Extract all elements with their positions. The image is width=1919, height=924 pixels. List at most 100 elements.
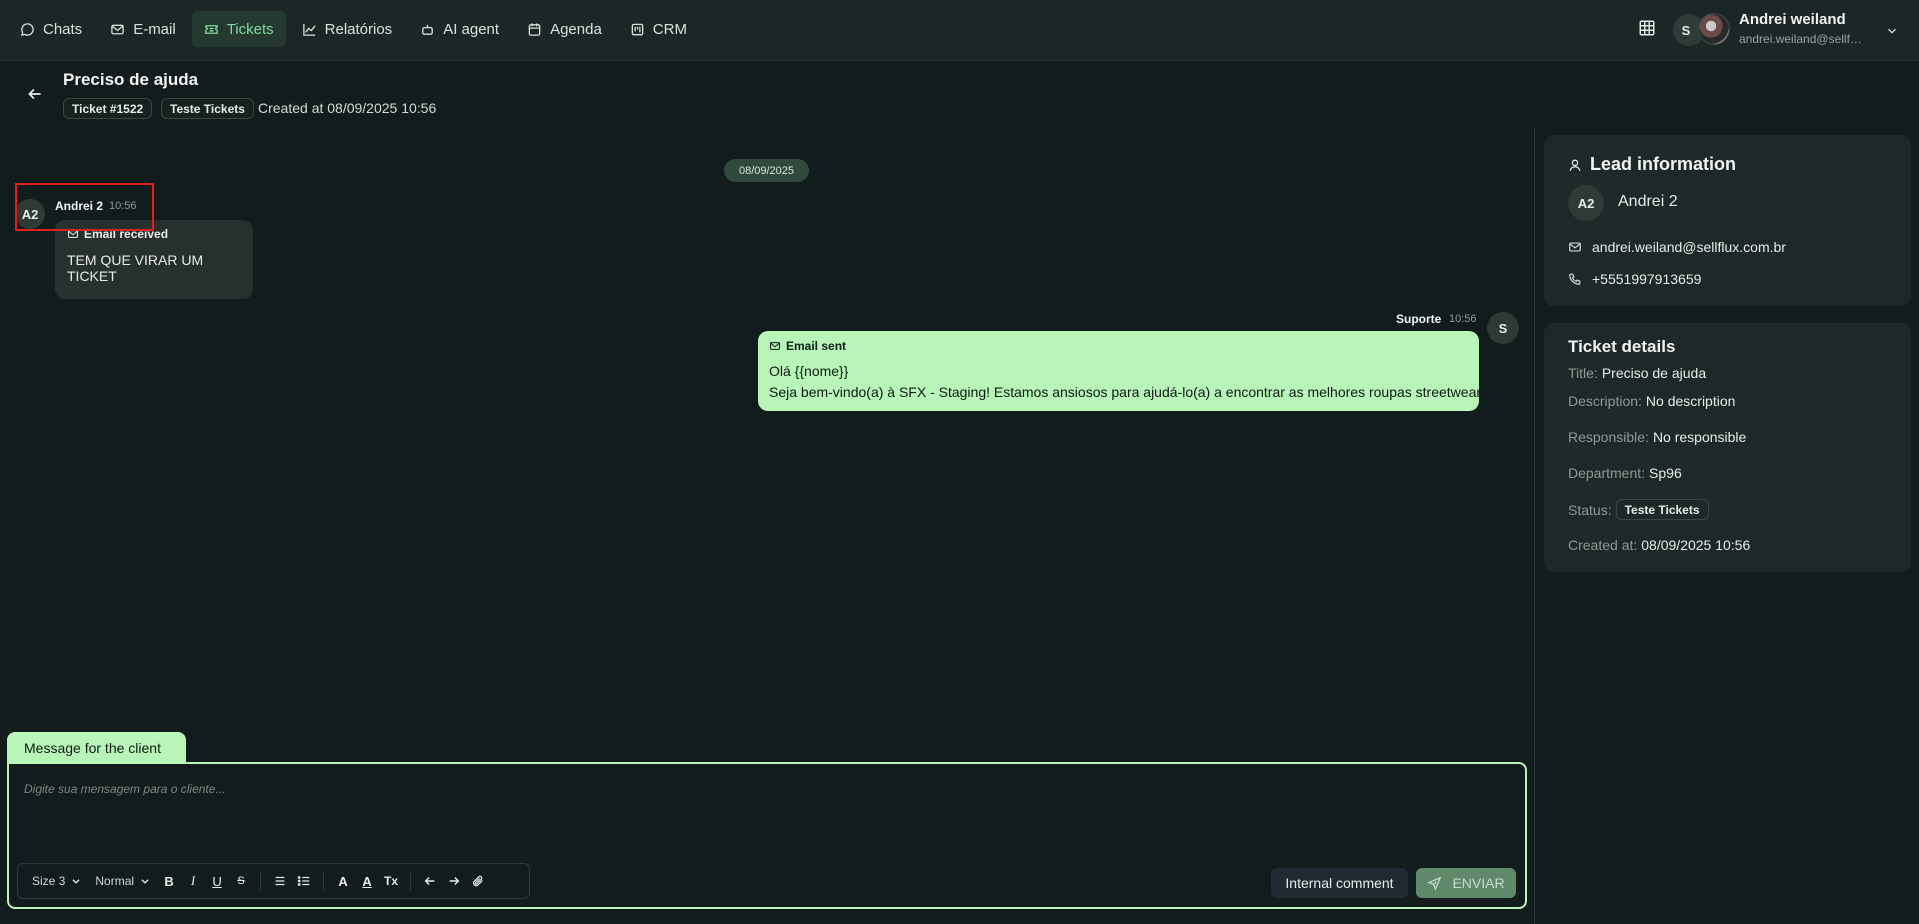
nav-ai-agent[interactable]: AI agent (408, 11, 511, 47)
nav-crm[interactable]: CRM (618, 11, 699, 47)
panel-divider (1534, 127, 1535, 924)
mail-icon (111, 24, 124, 34)
nav-tickets[interactable]: Tickets (191, 11, 286, 47)
chevron-down-icon[interactable] (1885, 24, 1899, 38)
outgoing-sender-name: Suporte (1396, 312, 1442, 326)
ticket-created-at: Created at 08/09/2025 10:56 (258, 100, 437, 116)
tab-message-for-client[interactable]: Message for the client (7, 732, 186, 764)
send-icon (1427, 876, 1442, 891)
ticket-details-heading: Ticket details (1568, 337, 1676, 356)
lead-email-row: andrei.weiland@sellflux.com.br (1568, 239, 1786, 255)
undo-button[interactable] (419, 870, 441, 892)
detail-department-value: Sp96 (1649, 465, 1682, 481)
incoming-message-text: TEM QUE VIRAR UM TICKET (67, 252, 204, 284)
detail-status-label: Status: (1568, 501, 1612, 518)
highlight-box (15, 183, 154, 231)
nav-chats-label: Chats (43, 20, 83, 38)
nav-agenda[interactable]: Agenda (515, 11, 614, 47)
outgoing-message-line-1: Olá {{nome}} (769, 363, 849, 379)
nav-email-label: E-mail (133, 20, 176, 38)
ordered-list-icon (275, 876, 285, 886)
arrow-right-icon (449, 877, 460, 885)
font-size-value: Size 3 (32, 874, 66, 888)
text-style-value: Normal (95, 874, 135, 888)
detail-department-row: Department: Sp96 (1568, 465, 1682, 481)
send-button[interactable]: ENVIAR (1416, 868, 1516, 898)
toolbar-separator (323, 871, 325, 891)
lead-name: Andrei 2 (1618, 193, 1678, 210)
bot-icon (422, 24, 434, 35)
nav-reports-label: Relatórios (324, 20, 393, 38)
italic-button[interactable]: I (182, 870, 204, 892)
nav-chats[interactable]: Chats (8, 11, 94, 47)
formatting-toolbar: Size 3 Normal B I U S A A Tx (17, 863, 530, 899)
toolbar-separator (260, 871, 262, 891)
chevron-down-icon (72, 879, 80, 884)
redo-button[interactable] (443, 870, 465, 892)
incoming-message-bubble: Email received TEM QUE VIRAR UM TICKET (55, 220, 253, 299)
mail-icon (1569, 242, 1581, 252)
lead-information-heading: Lead information (1568, 154, 1736, 175)
phone-icon (1569, 273, 1581, 285)
internal-comment-button[interactable]: Internal comment (1271, 868, 1408, 898)
outgoing-message-bubble: Email sent Olá {{nome}} Seja bem-vindo(a… (758, 331, 1484, 411)
main-nav: Chats E-mail Tickets Relatórios AI agent… (8, 11, 699, 47)
email-sent-text: Email sent (786, 339, 847, 353)
detail-title-value: Preciso de ajuda (1601, 365, 1707, 381)
calendar-icon (528, 22, 541, 36)
nav-email[interactable]: E-mail (98, 11, 188, 47)
user-photo-avatar[interactable] (1698, 13, 1730, 45)
detail-description-row: Description: No description (1568, 393, 1735, 409)
font-color-button[interactable]: A (332, 870, 354, 892)
bullet-list-button[interactable] (293, 870, 315, 892)
text-style-select[interactable]: Normal (89, 874, 156, 888)
user-icon (1569, 159, 1581, 171)
detail-description-value: No description (1645, 393, 1736, 409)
lead-phone: +5551997913659 (1592, 271, 1702, 287)
paperclip-icon (472, 875, 483, 887)
lead-phone-row: +5551997913659 (1568, 271, 1701, 287)
send-label: ENVIAR (1452, 875, 1505, 891)
background-color-button[interactable]: A (356, 870, 378, 892)
nav-ai-agent-label: AI agent (443, 20, 500, 38)
strikethrough-button[interactable]: S (230, 870, 252, 892)
underline-button[interactable]: U (206, 870, 228, 892)
outgoing-message-line-2: Seja bem-vindo(a) à SFX - Staging! Estam… (769, 384, 1485, 400)
detail-created-value: 08/09/2025 10:56 (1641, 537, 1751, 553)
detail-responsible-value: No responsible (1652, 429, 1747, 445)
kanban-icon (631, 23, 644, 35)
email-sent-label: Email sent (769, 339, 846, 353)
message-composer: Size 3 Normal B I U S A A Tx In (7, 762, 1527, 909)
detail-description-label: Description: (1568, 393, 1642, 409)
message-input[interactable] (24, 778, 1504, 800)
chevron-down-icon (141, 879, 149, 884)
status-badge: Teste Tickets (1615, 499, 1709, 520)
page-title: Preciso de ajuda (63, 70, 199, 89)
department-tag: Teste Tickets (161, 98, 254, 119)
clear-format-button[interactable]: Tx (380, 870, 402, 892)
ticket-number-tag: Ticket #1522 (63, 98, 153, 119)
outgoing-time: 10:56 (1449, 313, 1477, 325)
detail-department-label: Department: (1568, 465, 1646, 481)
mail-icon (769, 342, 781, 350)
nav-reports[interactable]: Relatórios (290, 11, 405, 47)
outgoing-sender-avatar: S (1487, 312, 1519, 344)
lead-avatar: A2 (1568, 185, 1604, 221)
toolbar-separator (410, 871, 412, 891)
detail-responsible-label: Responsible: (1568, 429, 1649, 445)
user-name[interactable]: Andrei weiland (1739, 11, 1846, 28)
chart-icon (302, 23, 316, 36)
top-navigation-bar: Chats E-mail Tickets Relatórios AI agent… (0, 0, 1919, 61)
chat-icon (20, 22, 34, 36)
bold-button[interactable]: B (158, 870, 180, 892)
apps-grid-icon[interactable] (1638, 19, 1656, 37)
detail-created-label: Created at: (1568, 537, 1638, 553)
ordered-list-button[interactable] (269, 870, 291, 892)
lead-email: andrei.weiland@sellflux.com.br (1592, 239, 1786, 255)
back-arrow-icon[interactable] (26, 85, 44, 103)
detail-created-row: Created at: 08/09/2025 10:56 (1568, 537, 1750, 553)
attach-button[interactable] (467, 870, 489, 892)
font-size-select[interactable]: Size 3 (26, 874, 87, 888)
user-email: andrei.weiland@sellflux.com.br (1739, 32, 1863, 46)
lead-information-title: Lead information (1590, 154, 1737, 174)
